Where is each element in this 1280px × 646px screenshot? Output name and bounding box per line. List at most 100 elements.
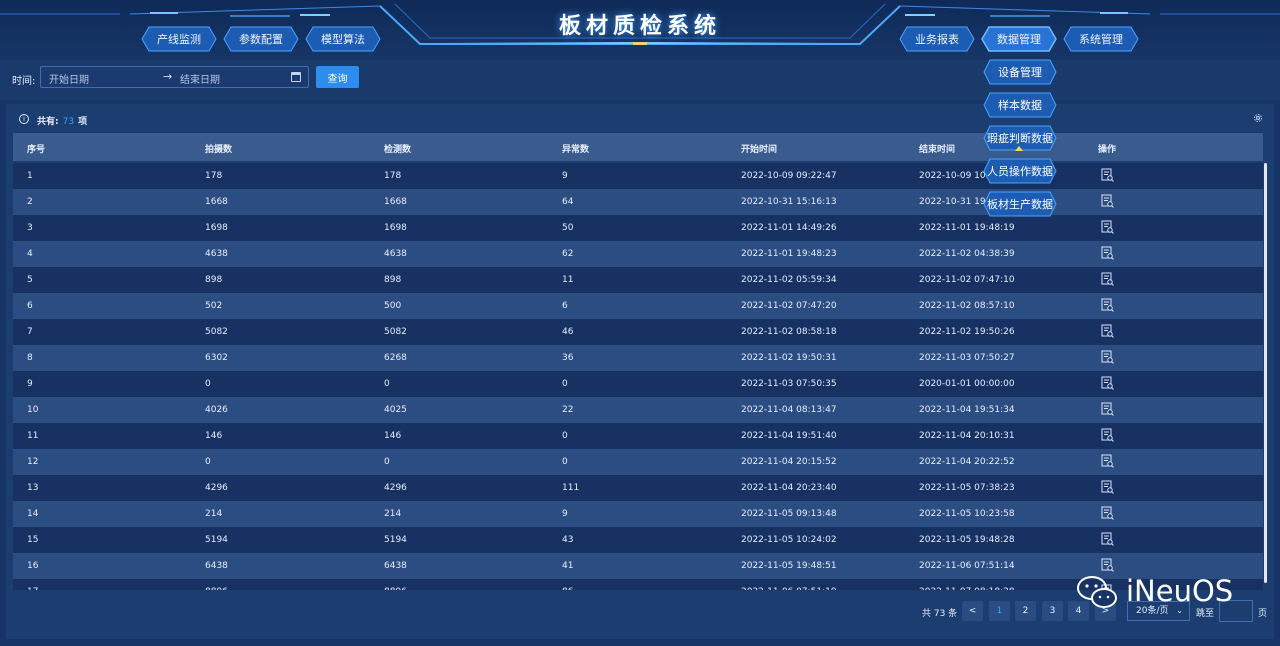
cell-start-time: 2022-11-05 19:48:51 [741,561,837,571]
view-details-icon[interactable] [1101,350,1114,364]
cell-anomaly-count: 0 [562,379,568,389]
cell-inspect-count: 898 [384,275,402,285]
start-date-input[interactable]: 开始日期 [49,71,89,86]
dropdown-item-label: 瑕疵判断数据 [987,132,1053,145]
prev-page-button[interactable]: < [962,601,983,621]
dropdown-item-operator-action-data[interactable]: 人员操作数据 [983,158,1057,184]
cell-index: 4 [27,249,33,259]
cell-start-time: 2022-11-04 19:51:40 [741,431,837,441]
cell-inspect-count: 178 [384,171,402,181]
cell-shot-count: 0 [205,457,211,467]
query-button[interactable]: 查询 [316,66,359,88]
cell-shot-count: 4296 [205,483,228,493]
cell-end-time: 2022-11-05 07:38:23 [919,483,1015,493]
cell-end-time: 2022-11-04 19:51:34 [919,405,1015,415]
view-details-icon[interactable] [1101,402,1114,416]
view-details-icon[interactable] [1101,480,1114,494]
cell-inspect-count: 146 [384,431,402,441]
cell-end-time: 2022-11-02 07:47:10 [919,275,1015,285]
col-header-start-time: 开始时间 [741,145,778,155]
scrollbar-thumb[interactable] [1264,163,1267,583]
view-details-icon[interactable] [1101,376,1114,390]
nav-data-management[interactable]: 数据管理 [981,26,1057,52]
table-scrollbar[interactable] [1264,163,1268,590]
cell-inspect-count: 4025 [384,405,407,415]
nav-label: 系统管理 [1079,33,1123,46]
end-date-input[interactable]: 结束日期 [180,71,220,86]
cell-shot-count: 6438 [205,561,228,571]
cell-inspect-count: 5194 [384,535,407,545]
gear-icon[interactable] [1252,112,1264,124]
view-details-icon[interactable] [1101,194,1114,208]
cell-anomaly-count: 41 [562,561,574,571]
cell-inspect-count: 0 [384,379,390,389]
summary-prefix: 共有: [37,117,59,127]
dropdown-item-label: 样本数据 [998,99,1042,112]
cell-anomaly-count: 22 [562,405,574,415]
col-header-end-time: 结束时间 [919,145,956,155]
nav-model-algorithm[interactable]: 模型算法 [305,26,381,52]
cell-index: 16 [27,561,39,571]
nav-business-report[interactable]: 业务报表 [899,26,975,52]
cell-shot-count: 502 [205,301,223,311]
view-details-icon[interactable] [1101,558,1114,572]
cell-start-time: 2022-11-04 20:23:40 [741,483,837,493]
page-button-3[interactable]: 3 [1042,601,1063,621]
view-details-icon[interactable] [1101,220,1114,234]
cell-end-time: 2022-11-04 20:22:52 [919,457,1015,467]
cell-shot-count: 5194 [205,535,228,545]
nav-label: 数据管理 [997,33,1041,46]
cell-index: 11 [27,431,39,441]
view-details-icon[interactable] [1101,246,1114,260]
col-header-anomaly-count: 异常数 [562,145,590,155]
nav-line-monitor[interactable]: 产线监测 [141,26,217,52]
cell-index: 5 [27,275,33,285]
cell-start-time: 2022-11-02 19:50:31 [741,353,837,363]
cell-start-time: 2022-11-05 09:13:48 [741,509,837,519]
cell-anomaly-count: 43 [562,535,574,545]
view-details-icon[interactable] [1101,454,1114,468]
cell-shot-count: 898 [205,275,223,285]
view-details-icon[interactable] [1101,298,1114,312]
table-row: 11 146 146 0 2022-11-04 19:51:40 2022-11-04 2… [13,423,1263,449]
calendar-icon[interactable] [291,72,301,82]
dropdown-item-device-management[interactable]: 设备管理 [983,59,1057,85]
nav-param-config[interactable]: 参数配置 [223,26,299,52]
cell-anomaly-count: 62 [562,249,574,259]
dropdown-item-sample-data[interactable]: 样本数据 [983,92,1057,118]
page-button-2[interactable]: 2 [1015,601,1036,621]
cell-anomaly-count: 111 [562,483,580,493]
cell-end-time: 2022-11-05 10:23:58 [919,509,1015,519]
cell-start-time: 2022-11-04 20:15:52 [741,457,837,467]
cell-anomaly-count: 9 [562,509,568,519]
data-table-panel: i 共有: 73 项 序号 拍摄数 检测数 异常数 开始时间 结束时间 操作 1 17… [6,104,1274,639]
view-details-icon[interactable] [1101,506,1114,520]
col-header-operation: 操作 [1098,145,1117,155]
view-details-icon[interactable] [1101,532,1114,546]
view-details-icon[interactable] [1101,168,1114,182]
app-header: 板材质检系统 产线监测 参数配置 模型算法 业务报表 数据管理 系统管理 [0,0,1280,56]
date-range-picker[interactable]: 开始日期 → 结束日期 [40,66,309,88]
dropdown-item-label: 人员操作数据 [987,165,1053,178]
range-arrow-icon: → [163,70,173,83]
cell-start-time: 2022-11-01 14:49:26 [741,223,837,233]
table-row: 6 502 500 6 2022-11-02 07:47:20 2022-11-02 08… [13,293,1263,319]
cell-inspect-count: 4638 [384,249,407,259]
view-details-icon[interactable] [1101,272,1114,286]
cell-inspect-count: 0 [384,457,390,467]
table-row: 13 4296 4296 111 2022-11-04 20:23:40 2022-11-… [13,475,1263,501]
cell-index: 3 [27,223,33,233]
cell-end-time: 2022-11-06 07:51:14 [919,561,1015,571]
view-details-icon[interactable] [1101,324,1114,338]
summary-suffix: 项 [78,117,88,127]
view-details-icon[interactable] [1101,428,1114,442]
nav-system-management[interactable]: 系统管理 [1063,26,1139,52]
cell-end-time: 2022-11-04 20:10:31 [919,431,1015,441]
cell-index: 2 [27,197,33,207]
cell-anomaly-count: 11 [562,275,574,285]
cell-shot-count: 8896 [205,587,228,590]
dropdown-item-board-production-data[interactable]: 板材生产数据 [983,191,1057,217]
cell-anomaly-count: 50 [562,223,574,233]
page-button-1[interactable]: 1 [989,601,1010,621]
cell-shot-count: 4638 [205,249,228,259]
